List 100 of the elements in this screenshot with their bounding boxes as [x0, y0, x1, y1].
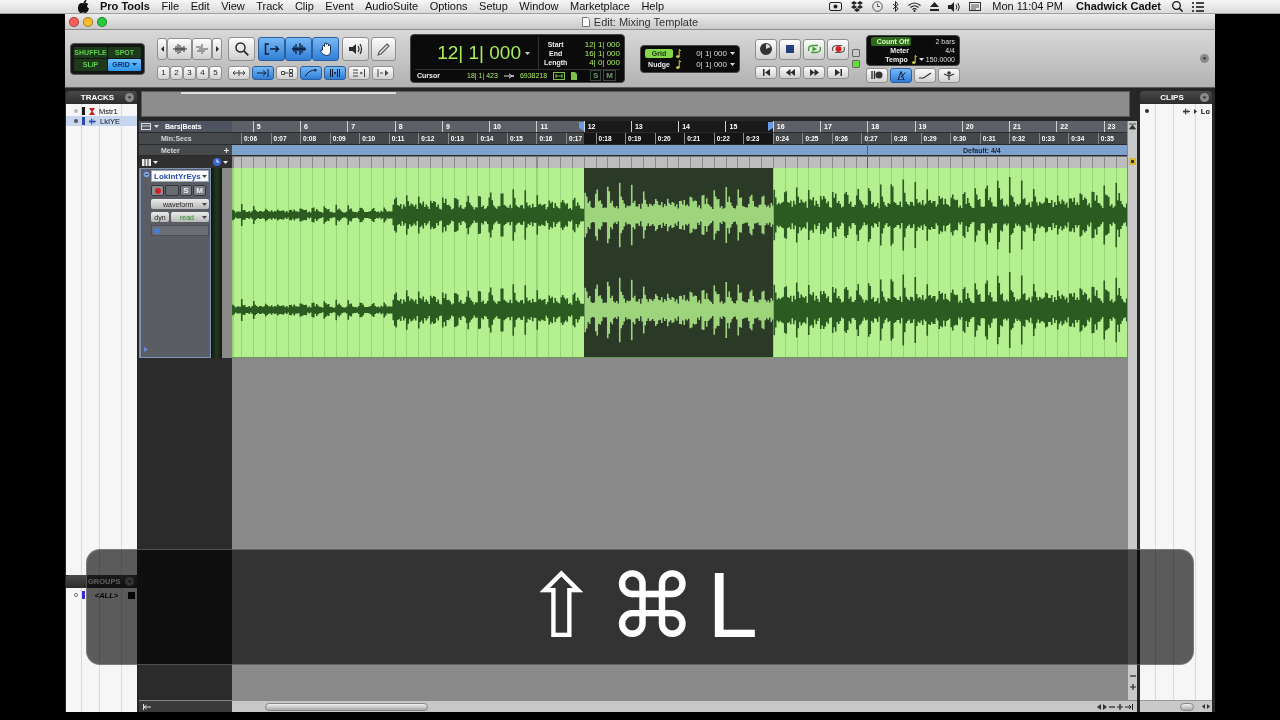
record-button[interactable]: [827, 38, 849, 60]
selector-tool-button[interactable]: [285, 37, 312, 61]
zoom-in-button[interactable]: [212, 37, 222, 60]
lines-icon: [353, 69, 365, 77]
box-arrow-icon: [281, 69, 293, 77]
menu-clock[interactable]: Mon 11:04 PM: [992, 0, 1064, 13]
scroll-thumb[interactable]: [265, 702, 428, 711]
zoom-preset-button[interactable]: 4: [196, 65, 209, 80]
edit-option-button[interactable]: [228, 66, 250, 80]
scroll-thumb[interactable]: [1180, 702, 1194, 711]
skip-back-icon: [762, 68, 770, 76]
edit-option-button[interactable]: [276, 66, 298, 80]
menu-item[interactable]: Setup: [479, 0, 508, 13]
online-button[interactable]: [755, 38, 777, 60]
caret-icon: [730, 62, 735, 66]
app-menu[interactable]: Pro Tools: [100, 0, 150, 13]
diamond-icon: [851, 1, 864, 12]
fast-forward-icon: [809, 68, 819, 76]
apple-icon: [78, 0, 89, 13]
record-dot-icon: [154, 187, 161, 194]
menu-item[interactable]: Clip: [294, 0, 314, 13]
note-icon: [911, 54, 917, 64]
zoom-button[interactable]: [97, 16, 107, 27]
menu-item[interactable]: Marketplace: [570, 0, 630, 13]
zoom-preset-button[interactable]: 1: [157, 65, 170, 80]
return-to-zero-button[interactable]: [755, 65, 777, 79]
menu-item[interactable]: AudioSuite: [364, 0, 419, 13]
counter-field-value[interactable]: 12| 1| 000: [573, 39, 620, 49]
zoom-preset-button[interactable]: 2: [170, 65, 183, 80]
waveform-icon: [1182, 107, 1190, 115]
track-option-bar[interactable]: [151, 225, 209, 236]
user-name[interactable]: Chadwick Cadet: [1076, 0, 1161, 13]
audio-clip[interactable]: [232, 168, 1127, 358]
zoomer-tool-button[interactable]: [228, 37, 255, 61]
edit-option-button[interactable]: [300, 66, 322, 80]
counter-field-value[interactable]: 16| 1| 000: [573, 48, 620, 58]
menu-item[interactable]: Edit: [190, 0, 210, 13]
menu-circle-icon: [125, 577, 134, 586]
hand-icon: [319, 42, 332, 56]
waveform-icon: [172, 42, 187, 55]
go-to-end-button[interactable]: [827, 65, 849, 79]
lines-icon: [196, 43, 208, 54]
stop-button[interactable]: [779, 38, 801, 60]
caret-icon: [153, 160, 158, 164]
zoom-preset-button[interactable]: 3: [183, 65, 196, 80]
counter-value[interactable]: 12| 1| 000: [437, 42, 521, 64]
grabber-tool-button[interactable]: [312, 37, 339, 61]
edit-option-button[interactable]: [372, 66, 394, 80]
solo-button[interactable]: S: [180, 185, 192, 196]
mute-button[interactable]: M: [193, 185, 206, 196]
midi-option-button[interactable]: [914, 67, 936, 83]
rewind-button[interactable]: [779, 65, 801, 79]
edit-option-button[interactable]: [252, 66, 274, 80]
scrubber-tool-button[interactable]: [342, 37, 369, 61]
track-name-field[interactable]: LokIntYrEys: [151, 170, 209, 182]
minus-icon: [1129, 673, 1136, 679]
caret-icon: [730, 51, 735, 55]
edit-option-button[interactable]: [324, 66, 346, 80]
zoom-out-button[interactable]: [157, 37, 167, 60]
caret-icon: [131, 63, 137, 67]
audio-zoom-button[interactable]: [167, 37, 192, 60]
clock-icon: [872, 1, 884, 12]
caret-icon: [525, 51, 530, 55]
menu-item[interactable]: Track: [256, 0, 284, 13]
panel-title: TRACKS: [79, 93, 116, 102]
double-arrow-icon: [233, 69, 245, 77]
ruler-icon: [141, 123, 151, 130]
hourglass-icon: [89, 107, 95, 115]
midi-option-button[interactable]: [890, 67, 912, 83]
minimize-button[interactable]: [83, 16, 93, 27]
grid-value[interactable]: 0| 1| 000: [696, 59, 727, 69]
counter-field-value[interactable]: 4| 0| 000: [573, 57, 620, 67]
menu-item[interactable]: File: [161, 0, 180, 13]
speaker-icon: [348, 43, 363, 55]
plus-icon: [224, 147, 229, 153]
midi-option-button[interactable]: [866, 67, 888, 83]
arrow-icon: [503, 72, 514, 79]
midi-option-button[interactable]: [938, 67, 960, 83]
zoom-preset-button[interactable]: 5: [209, 65, 222, 80]
menu-item[interactable]: View: [221, 0, 245, 13]
menu-circle-icon: [1200, 93, 1209, 102]
menu-item[interactable]: Event: [325, 0, 354, 13]
ramp-icon: [919, 71, 931, 79]
menu-item[interactable]: Help: [641, 0, 665, 13]
grid-value[interactable]: 0| 1| 000: [696, 48, 727, 58]
right-triangle-icon: [1193, 108, 1197, 114]
end-marker-icon: [767, 122, 773, 131]
caret-icon: [202, 215, 207, 219]
magnifier-icon: [234, 42, 249, 56]
pencil-tool-button[interactable]: [371, 37, 396, 61]
menu-circle-icon: [125, 93, 134, 102]
fast-forward-button[interactable]: [803, 65, 825, 79]
trim-tool-button[interactable]: [258, 37, 285, 61]
arrow-to-line-icon: [1125, 703, 1133, 710]
menu-item[interactable]: Options: [429, 0, 468, 13]
pie-icon: [760, 43, 772, 55]
close-button[interactable]: [69, 16, 79, 27]
loop-play-icon: [806, 43, 822, 55]
menu-item[interactable]: Window: [519, 0, 559, 13]
edit-option-button[interactable]: [348, 66, 370, 80]
